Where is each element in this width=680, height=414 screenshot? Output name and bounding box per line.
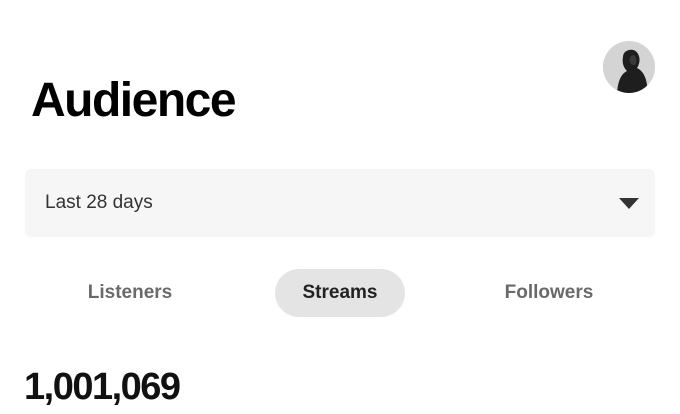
- tab-followers[interactable]: Followers: [476, 269, 622, 317]
- tab-label: Streams: [302, 282, 378, 303]
- audience-page: Audience Last 28 days Listeners Streams …: [0, 0, 680, 414]
- date-range-select[interactable]: Last 28 days: [25, 169, 655, 237]
- avatar-icon: [603, 41, 655, 93]
- avatar[interactable]: [603, 41, 655, 93]
- date-range-label: Last 28 days: [45, 192, 153, 213]
- tab-streams[interactable]: Streams: [275, 269, 405, 317]
- caret-down-icon: [619, 198, 639, 209]
- tab-listeners[interactable]: Listeners: [60, 269, 200, 317]
- tab-label: Listeners: [87, 282, 173, 303]
- page-title: Audience: [31, 74, 237, 127]
- streams-count: 1,001,069: [24, 366, 181, 408]
- tab-label: Followers: [504, 282, 594, 303]
